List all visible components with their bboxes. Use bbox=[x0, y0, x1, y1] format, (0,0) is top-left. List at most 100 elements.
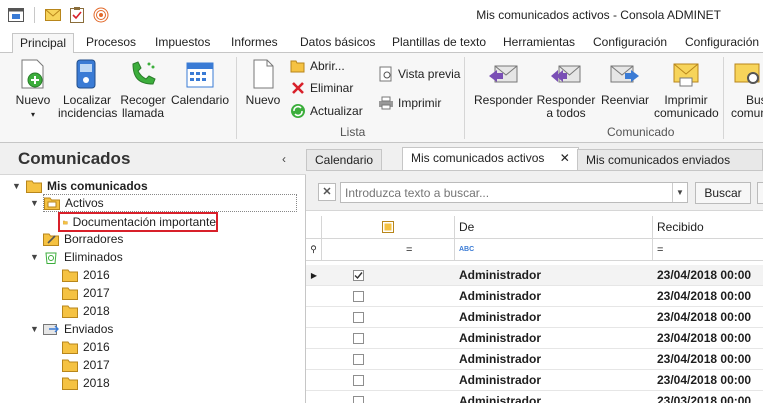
clear-button[interactable] bbox=[757, 182, 763, 204]
locate-incident-icon bbox=[76, 59, 96, 89]
tab-mis-comunicados-activos[interactable]: Mis comunicados activos ✕ bbox=[402, 147, 579, 172]
expander-icon[interactable]: ▼ bbox=[30, 252, 39, 262]
tree-item-mis-comunicados[interactable]: Mis comunicados bbox=[26, 177, 148, 195]
cell-recibido: 23/04/2018 00:00 bbox=[657, 331, 752, 345]
cell-de: Administrador bbox=[459, 352, 542, 366]
tree-item-borradores[interactable]: Borradores bbox=[43, 230, 123, 248]
tab-informes[interactable]: Informes bbox=[231, 33, 278, 54]
tab-calendario[interactable]: Calendario bbox=[306, 149, 383, 171]
tab-principal[interactable]: Principal bbox=[12, 33, 75, 54]
phone-icon bbox=[132, 61, 156, 85]
row-checkbox[interactable] bbox=[353, 311, 364, 323]
actualizar-button[interactable]: Actualizar bbox=[290, 103, 363, 119]
row-checkbox[interactable] bbox=[353, 332, 364, 344]
nuevo-button[interactable]: Nuevo ▾ bbox=[10, 58, 56, 121]
column-header-flag[interactable] bbox=[322, 216, 455, 238]
cell-recibido: 23/04/2018 00:00 bbox=[657, 268, 752, 282]
row-indicator-icon: ▶ bbox=[310, 270, 318, 280]
group-label-comunicado: Comunicado bbox=[607, 125, 675, 139]
tab-datos-basicos[interactable]: Datos básicos bbox=[300, 33, 375, 54]
tab-configuracion-personal[interactable]: Configuración pe bbox=[685, 33, 763, 54]
chevron-down-icon: ▾ bbox=[30, 110, 35, 119]
tree-item-enviados-2016[interactable]: 2016 bbox=[62, 338, 110, 356]
cell-recibido: 23/04/2018 00:00 bbox=[657, 373, 752, 387]
tab-impuestos[interactable]: Impuestos bbox=[155, 33, 210, 54]
expander-icon[interactable]: ▼ bbox=[30, 198, 39, 208]
table-row[interactable]: Administrador 23/04/2018 00:00 bbox=[306, 349, 763, 370]
delete-icon bbox=[292, 82, 304, 94]
find-panel: ✕ ▼ Buscar bbox=[306, 171, 763, 211]
table-row[interactable]: ▶ Administrador 23/04/2018 00:00 bbox=[306, 265, 763, 286]
eliminar-button[interactable]: Eliminar bbox=[290, 81, 353, 95]
tab-configuracion[interactable]: Configuración bbox=[593, 33, 667, 54]
row-checkbox[interactable] bbox=[353, 395, 364, 403]
reenviar-button[interactable]: Reenviar bbox=[600, 58, 650, 107]
column-header-recibido[interactable]: Recibido bbox=[653, 216, 763, 238]
folder-icon bbox=[63, 220, 68, 224]
tree-item-enviados-2017[interactable]: 2017 bbox=[62, 356, 110, 374]
row-checkbox[interactable] bbox=[353, 290, 364, 302]
recycle-bin-icon bbox=[45, 252, 57, 264]
ribbon-tabs: Principal Procesos Impuestos Informes Da… bbox=[0, 30, 763, 54]
folder-icon bbox=[26, 180, 42, 193]
cell-recibido: 23/04/2018 00:00 bbox=[657, 289, 752, 303]
expander-icon[interactable]: ▼ bbox=[12, 181, 21, 191]
tree-item-eliminados[interactable]: Eliminados bbox=[43, 248, 123, 266]
table-row[interactable]: Administrador 23/04/2018 00:00 bbox=[306, 307, 763, 328]
grid-area: ✕ ▼ Buscar De Recibido ⚲ = ABC = ▶ Admin bbox=[306, 170, 763, 403]
tab-procesos[interactable]: Procesos bbox=[86, 33, 136, 54]
folder-icon bbox=[62, 269, 78, 282]
cell-de: Administrador bbox=[459, 268, 542, 282]
responder-button[interactable]: Responder bbox=[474, 58, 533, 107]
folder-icon bbox=[62, 377, 78, 390]
table-row[interactable]: Administrador 23/03/2018 00:00 bbox=[306, 391, 763, 403]
folder-icon bbox=[62, 305, 78, 318]
blank-document-icon bbox=[253, 59, 274, 89]
tree-item-activos[interactable]: Activos bbox=[43, 194, 297, 212]
reply-icon bbox=[489, 65, 518, 83]
filter-de[interactable]: ABC bbox=[455, 239, 653, 260]
collapse-panel-button[interactable]: ‹ bbox=[282, 152, 286, 166]
column-header-de[interactable]: De bbox=[455, 216, 653, 238]
chevron-down-icon[interactable]: ▼ bbox=[672, 183, 687, 202]
imprimir-comunicado-button[interactable]: Imprimir comunicado bbox=[654, 58, 719, 120]
tab-herramientas[interactable]: Herramientas bbox=[503, 33, 575, 54]
tree-item-enviados[interactable]: Enviados bbox=[43, 320, 113, 338]
recoger-llamada-button[interactable]: Recoger llamada bbox=[118, 58, 168, 120]
row-checkbox[interactable] bbox=[353, 353, 364, 365]
preview-icon bbox=[379, 66, 392, 82]
reply-all-icon bbox=[551, 65, 581, 83]
tab-plantillas-de-texto[interactable]: Plantillas de texto bbox=[392, 33, 486, 54]
search-input[interactable] bbox=[340, 182, 688, 203]
vista-previa-button[interactable]: Vista previa bbox=[378, 66, 460, 82]
tree-item-eliminados-2017[interactable]: 2017 bbox=[62, 284, 110, 302]
table-row[interactable]: Administrador 23/04/2018 00:00 bbox=[306, 328, 763, 349]
imprimir-button[interactable]: Imprimir bbox=[378, 96, 441, 110]
sent-folder-icon bbox=[43, 323, 59, 335]
title-bar: Mis comunicados activos - Consola ADMINE… bbox=[0, 0, 763, 30]
nuevo-list-button[interactable]: Nuevo bbox=[244, 58, 282, 107]
filter-recibido[interactable]: = bbox=[653, 239, 763, 260]
buscar-button[interactable]: Buscar bbox=[695, 182, 751, 204]
close-icon[interactable]: ✕ bbox=[560, 151, 570, 165]
refresh-icon bbox=[291, 104, 305, 118]
tree-item-eliminados-2016[interactable]: 2016 bbox=[62, 266, 110, 284]
filter-pin-icon: ⚲ bbox=[306, 239, 322, 260]
expander-icon[interactable]: ▼ bbox=[30, 324, 39, 334]
table-row[interactable]: Administrador 23/04/2018 00:00 bbox=[306, 370, 763, 391]
localizar-incidencias-button[interactable]: Localizar incidencias bbox=[58, 58, 117, 120]
tree-item-enviados-2018[interactable]: 2018 bbox=[62, 374, 110, 392]
tree-item-eliminados-2018[interactable]: 2018 bbox=[62, 302, 110, 320]
calendario-button[interactable]: Calendario bbox=[170, 58, 230, 107]
tab-mis-comunicados-enviados[interactable]: Mis comunicados enviados bbox=[577, 149, 763, 171]
row-checkbox[interactable] bbox=[353, 374, 364, 386]
buscar-comunicado-button[interactable]: Bus comun bbox=[729, 58, 763, 120]
folder-icon bbox=[62, 359, 78, 372]
responder-a-todos-button[interactable]: Responder a todos bbox=[536, 58, 596, 120]
close-find-icon[interactable]: ✕ bbox=[318, 183, 336, 201]
filter-flag[interactable]: = bbox=[322, 239, 455, 260]
table-row[interactable]: Administrador 23/04/2018 00:00 bbox=[306, 286, 763, 307]
row-checkbox[interactable] bbox=[353, 269, 364, 281]
abrir-button[interactable]: Abrir... bbox=[290, 59, 345, 73]
tree-item-documentacion-importante[interactable]: Documentación importante bbox=[58, 212, 218, 232]
